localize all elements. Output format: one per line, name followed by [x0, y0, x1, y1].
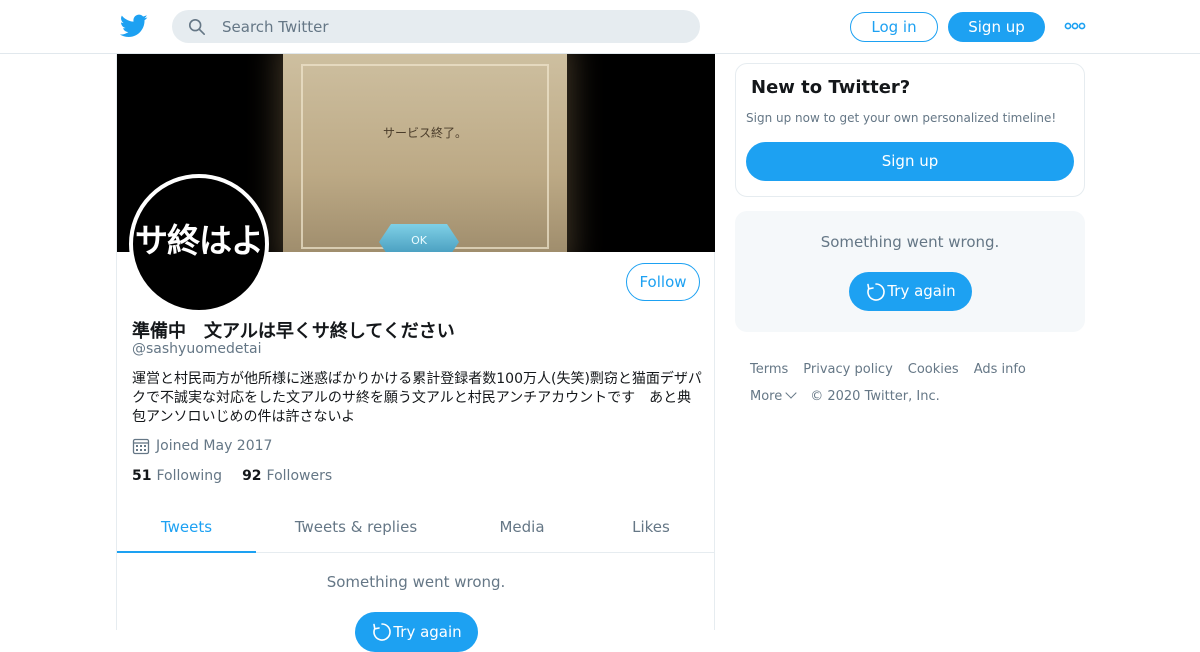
calendar-icon — [132, 438, 150, 455]
search-box[interactable] — [172, 10, 700, 43]
more-options-icon[interactable] — [1064, 16, 1086, 36]
avatar-text: サ終はよ — [135, 221, 264, 260]
twitter-bird-logo-icon[interactable] — [120, 12, 148, 40]
footer-links-row: Terms Privacy policy Cookies Ads info — [750, 362, 1090, 377]
timeline-try-again-button[interactable]: Try again — [355, 612, 478, 652]
tab-likes[interactable]: Likes — [617, 505, 685, 553]
search-input[interactable] — [222, 10, 682, 43]
footer-links: Terms Privacy policy Cookies Ads info Mo… — [750, 362, 1090, 416]
banner-image-card: サービス終了。 OK — [283, 54, 567, 252]
new-to-twitter-subtitle: Sign up now to get your own personalized… — [746, 111, 1057, 125]
profile-stats: 51 Following 92 Followers — [132, 468, 332, 484]
followers-label: Followers — [266, 468, 333, 484]
top-navigation-bar: Log in Sign up — [0, 0, 1200, 54]
avatar[interactable]: サ終はよ — [129, 174, 269, 314]
profile-handle[interactable]: @sashyuomedetai — [132, 341, 261, 357]
new-to-twitter-title: New to Twitter? — [751, 77, 911, 98]
banner-ok-graphic: OK — [379, 224, 459, 252]
footer-second-row: More © 2020 Twitter, Inc. — [750, 387, 1090, 404]
footer-more-label: More — [750, 389, 783, 404]
sidebar-try-again-label: Try again — [887, 282, 956, 300]
footer-link-ads-info[interactable]: Ads info — [974, 362, 1026, 377]
followers-stat[interactable]: 92 Followers — [242, 468, 332, 484]
follow-button[interactable]: Follow — [626, 263, 700, 301]
followers-count: 92 — [242, 468, 262, 484]
footer-more-link[interactable]: More — [750, 387, 797, 404]
sidebar-try-again-button[interactable]: Try again — [849, 272, 972, 311]
login-button[interactable]: Log in — [850, 12, 938, 42]
sidebar-error-message: Something went wrong. — [820, 233, 1000, 251]
profile-display-name: 準備中 文アルは早くサ終してください — [132, 321, 455, 342]
footer-link-terms[interactable]: Terms — [750, 362, 788, 377]
tab-tweets-and-replies[interactable]: Tweets & replies — [287, 505, 425, 553]
refresh-icon — [867, 283, 885, 301]
banner-caption: サービス終了。 — [382, 126, 467, 140]
profile-tabs: Tweets Tweets & replies Media Likes — [117, 505, 715, 553]
following-label: Following — [156, 468, 223, 484]
following-count: 51 — [132, 468, 152, 484]
footer-copyright: © 2020 Twitter, Inc. — [810, 389, 940, 404]
tab-media[interactable]: Media — [482, 505, 562, 553]
sidebar-error-card: Something went wrong. Try again — [735, 211, 1085, 332]
search-icon — [188, 18, 206, 36]
signup-button-sidebar[interactable]: Sign up — [746, 142, 1074, 181]
joined-date-text: Joined May 2017 — [156, 438, 273, 454]
banner-card-frame — [301, 64, 549, 249]
signup-button-header[interactable]: Sign up — [948, 12, 1045, 42]
footer-link-privacy[interactable]: Privacy policy — [803, 362, 892, 377]
timeline-try-again-label: Try again — [393, 623, 462, 641]
following-stat[interactable]: 51 Following — [132, 468, 222, 484]
footer-link-cookies[interactable]: Cookies — [908, 362, 959, 377]
tab-tweets[interactable]: Tweets — [117, 505, 256, 553]
chevron-down-icon — [785, 387, 797, 399]
new-to-twitter-card: New to Twitter? Sign up now to get your … — [735, 63, 1085, 197]
joined-date: Joined May 2017 — [132, 437, 272, 455]
profile-bio: 運営と村民両方が他所様に迷惑ばかりかける累計登録者数100万人(失笑)剽窃と猫面… — [132, 371, 702, 425]
refresh-icon — [373, 623, 391, 641]
timeline-error-message: Something went wrong. — [326, 573, 506, 591]
profile-column: サービス終了。 OK サ終はよ Follow 準備中 文アルは早くサ終してくださ… — [116, 54, 715, 652]
